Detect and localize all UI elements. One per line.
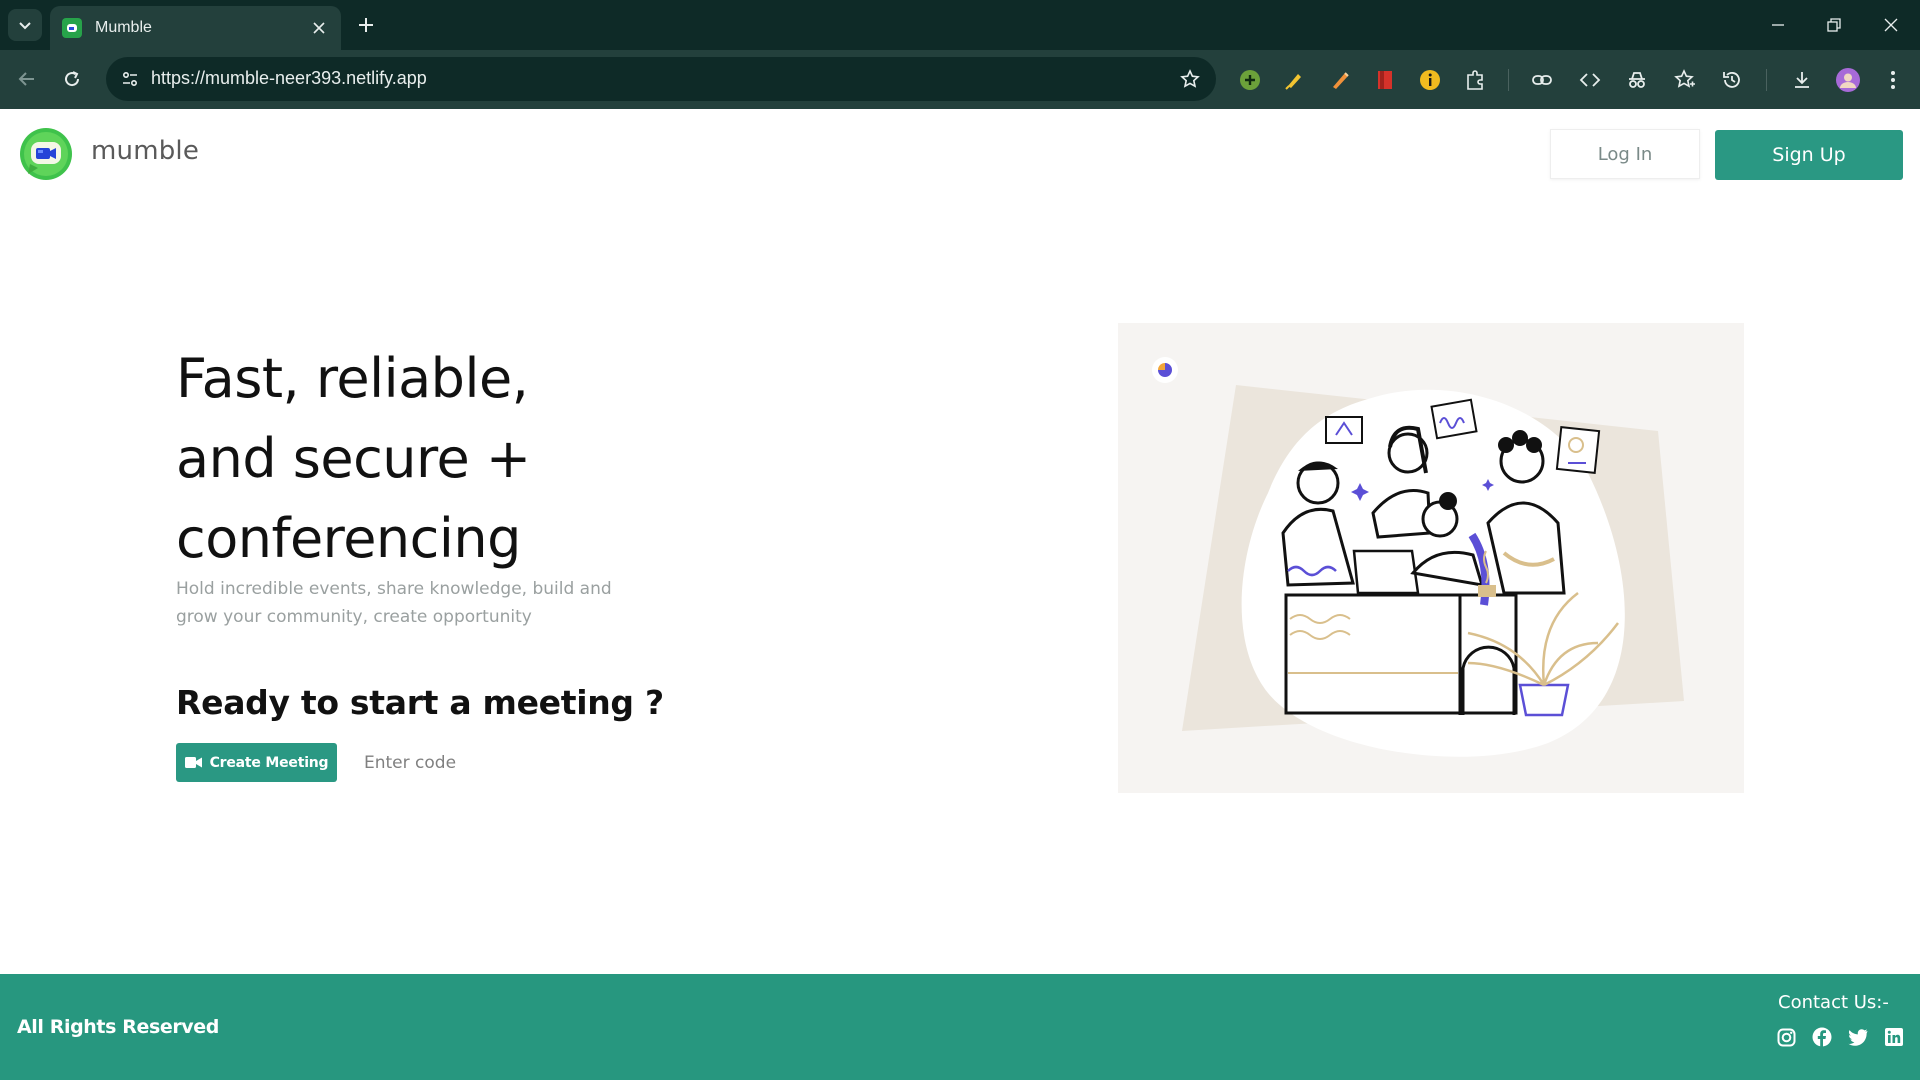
twitter-icon[interactable] <box>1847 1026 1869 1048</box>
close-icon <box>1884 18 1898 32</box>
toolbar-separator <box>1508 69 1509 91</box>
close-tab-icon[interactable] <box>309 18 329 38</box>
linkedin-icon[interactable] <box>1883 1026 1905 1048</box>
footer: All Rights Reserved Contact Us:- <box>0 974 1920 1080</box>
hero-illustration <box>1118 323 1744 793</box>
highlighter-icon[interactable] <box>1279 65 1309 95</box>
bookmark-red-icon[interactable] <box>1370 65 1400 95</box>
create-meeting-button[interactable]: Create Meeting <box>176 743 337 782</box>
incognito-icon[interactable] <box>1622 65 1652 95</box>
download-icon[interactable] <box>1787 65 1817 95</box>
hero-title-line: conferencing <box>176 507 521 570</box>
video-camera-icon <box>184 757 202 768</box>
browser-toolbar: https://mumble-neer393.netlify.app <box>0 50 1920 109</box>
more-menu-icon[interactable] <box>1878 65 1908 95</box>
chevron-down-icon <box>19 22 31 30</box>
minimize-button[interactable] <box>1758 8 1798 42</box>
plus-icon <box>359 18 373 32</box>
history-icon[interactable] <box>1717 65 1747 95</box>
tab-title: Mumble <box>95 19 152 36</box>
back-button[interactable] <box>10 62 44 96</box>
puzzle-icon[interactable] <box>1460 65 1490 95</box>
restore-button[interactable] <box>1814 8 1854 42</box>
reload-icon <box>65 71 80 87</box>
profile-avatar-icon[interactable] <box>1833 65 1863 95</box>
signup-button[interactable]: Sign Up <box>1715 130 1903 180</box>
favorites-icon[interactable] <box>1670 65 1700 95</box>
create-meeting-label: Create Meeting <box>209 754 329 771</box>
brand-name[interactable]: mumble <box>91 136 199 166</box>
contact-label: Contact Us:- <box>1778 992 1889 1013</box>
reload-button[interactable] <box>55 62 89 96</box>
info-icon[interactable] <box>1415 65 1445 95</box>
hero-title: Fast, reliable, and secure + conferencin… <box>176 339 876 579</box>
page-content: mumble Log In Sign Up Fast, reliable, an… <box>0 109 1920 1080</box>
restore-icon <box>1827 18 1841 32</box>
site-settings-icon[interactable] <box>114 63 146 95</box>
facebook-icon[interactable] <box>1811 1026 1833 1048</box>
hero-title-line: Fast, reliable, <box>176 347 529 410</box>
browser-tab-bar: Mumble <box>0 0 1920 50</box>
add-extension-icon[interactable] <box>1235 65 1265 95</box>
back-arrow-icon <box>18 72 34 86</box>
bookmark-star-icon[interactable] <box>1176 65 1204 93</box>
url-text: https://mumble-neer393.netlify.app <box>151 68 427 88</box>
meeting-code-input[interactable] <box>364 746 564 780</box>
code-icon[interactable] <box>1575 65 1605 95</box>
hero-subtitle: Hold incredible events, share knowledge,… <box>176 579 612 627</box>
close-window-button[interactable] <box>1871 8 1911 42</box>
login-button[interactable]: Log In <box>1550 129 1700 179</box>
link-icon[interactable] <box>1527 65 1557 95</box>
mumble-logo-icon[interactable] <box>20 128 72 180</box>
tab-search-button[interactable] <box>8 9 42 41</box>
pencil-icon[interactable] <box>1325 65 1355 95</box>
instagram-icon[interactable] <box>1775 1026 1797 1048</box>
ready-heading: Ready to start a meeting ? <box>176 683 664 722</box>
toolbar-separator <box>1766 69 1767 91</box>
minimize-icon <box>1772 24 1784 26</box>
hero-title-line: and secure + <box>176 427 531 490</box>
browser-tab[interactable]: Mumble <box>50 6 341 50</box>
mumble-favicon-icon <box>62 18 82 38</box>
new-tab-button[interactable] <box>352 11 380 39</box>
address-bar[interactable]: https://mumble-neer393.netlify.app <box>106 57 1216 101</box>
rights-text: All Rights Reserved <box>17 1016 219 1038</box>
